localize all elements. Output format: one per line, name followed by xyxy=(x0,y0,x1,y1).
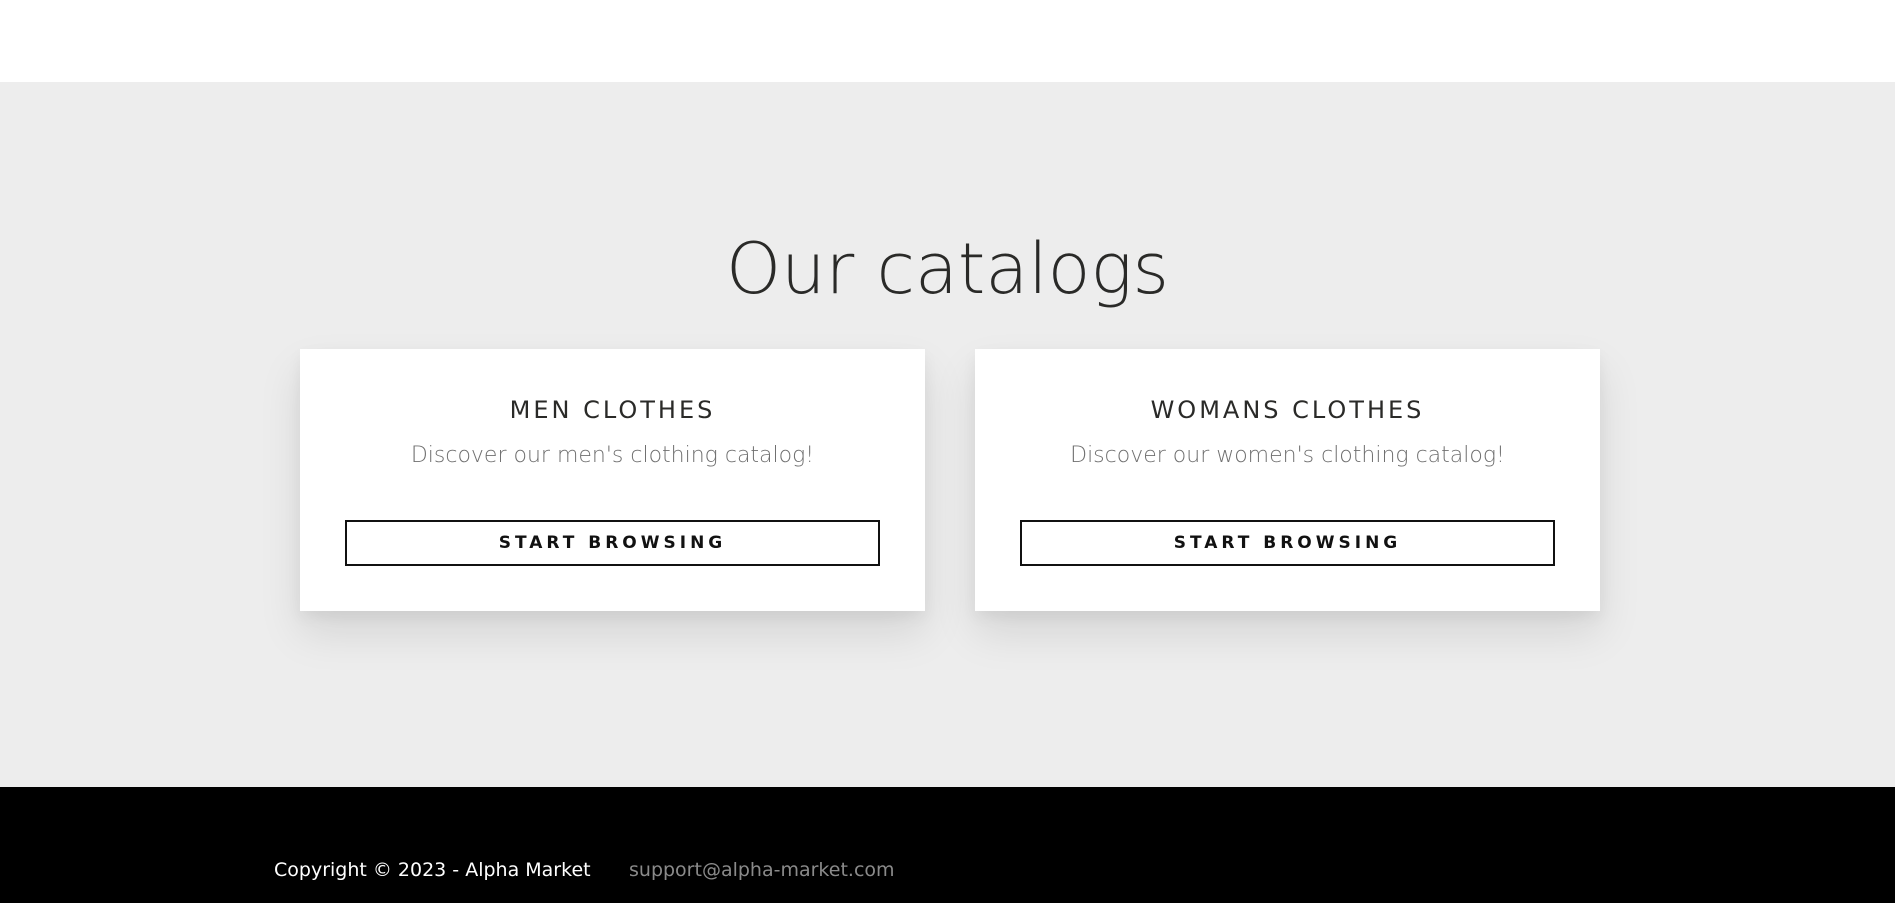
top-header-bar xyxy=(0,0,1895,82)
support-email-link[interactable]: support@alpha-market.com xyxy=(629,858,895,882)
footer-copyright: Copyright © 2023 - Alpha Market xyxy=(274,859,591,881)
section-title: Our catalogs xyxy=(726,228,1169,310)
catalog-card-men: MEN CLOTHES Discover our men's clothing … xyxy=(300,349,925,611)
card-description: Discover our men's clothing catalog! xyxy=(410,443,815,468)
card-description: Discover our women's clothing catalog! xyxy=(1070,443,1505,468)
card-title: MEN CLOTHES xyxy=(509,396,716,424)
catalog-card-women: WOMANS CLOTHES Discover our women's clot… xyxy=(975,349,1600,611)
card-title: WOMANS CLOTHES xyxy=(1150,396,1425,424)
catalogs-section: Our catalogs MEN CLOTHES Discover our me… xyxy=(0,82,1895,787)
start-browsing-men-button[interactable]: START BROWSING xyxy=(345,520,880,566)
footer: Copyright © 2023 - Alpha Market support@… xyxy=(0,787,1895,903)
start-browsing-women-button[interactable]: START BROWSING xyxy=(1020,520,1555,566)
